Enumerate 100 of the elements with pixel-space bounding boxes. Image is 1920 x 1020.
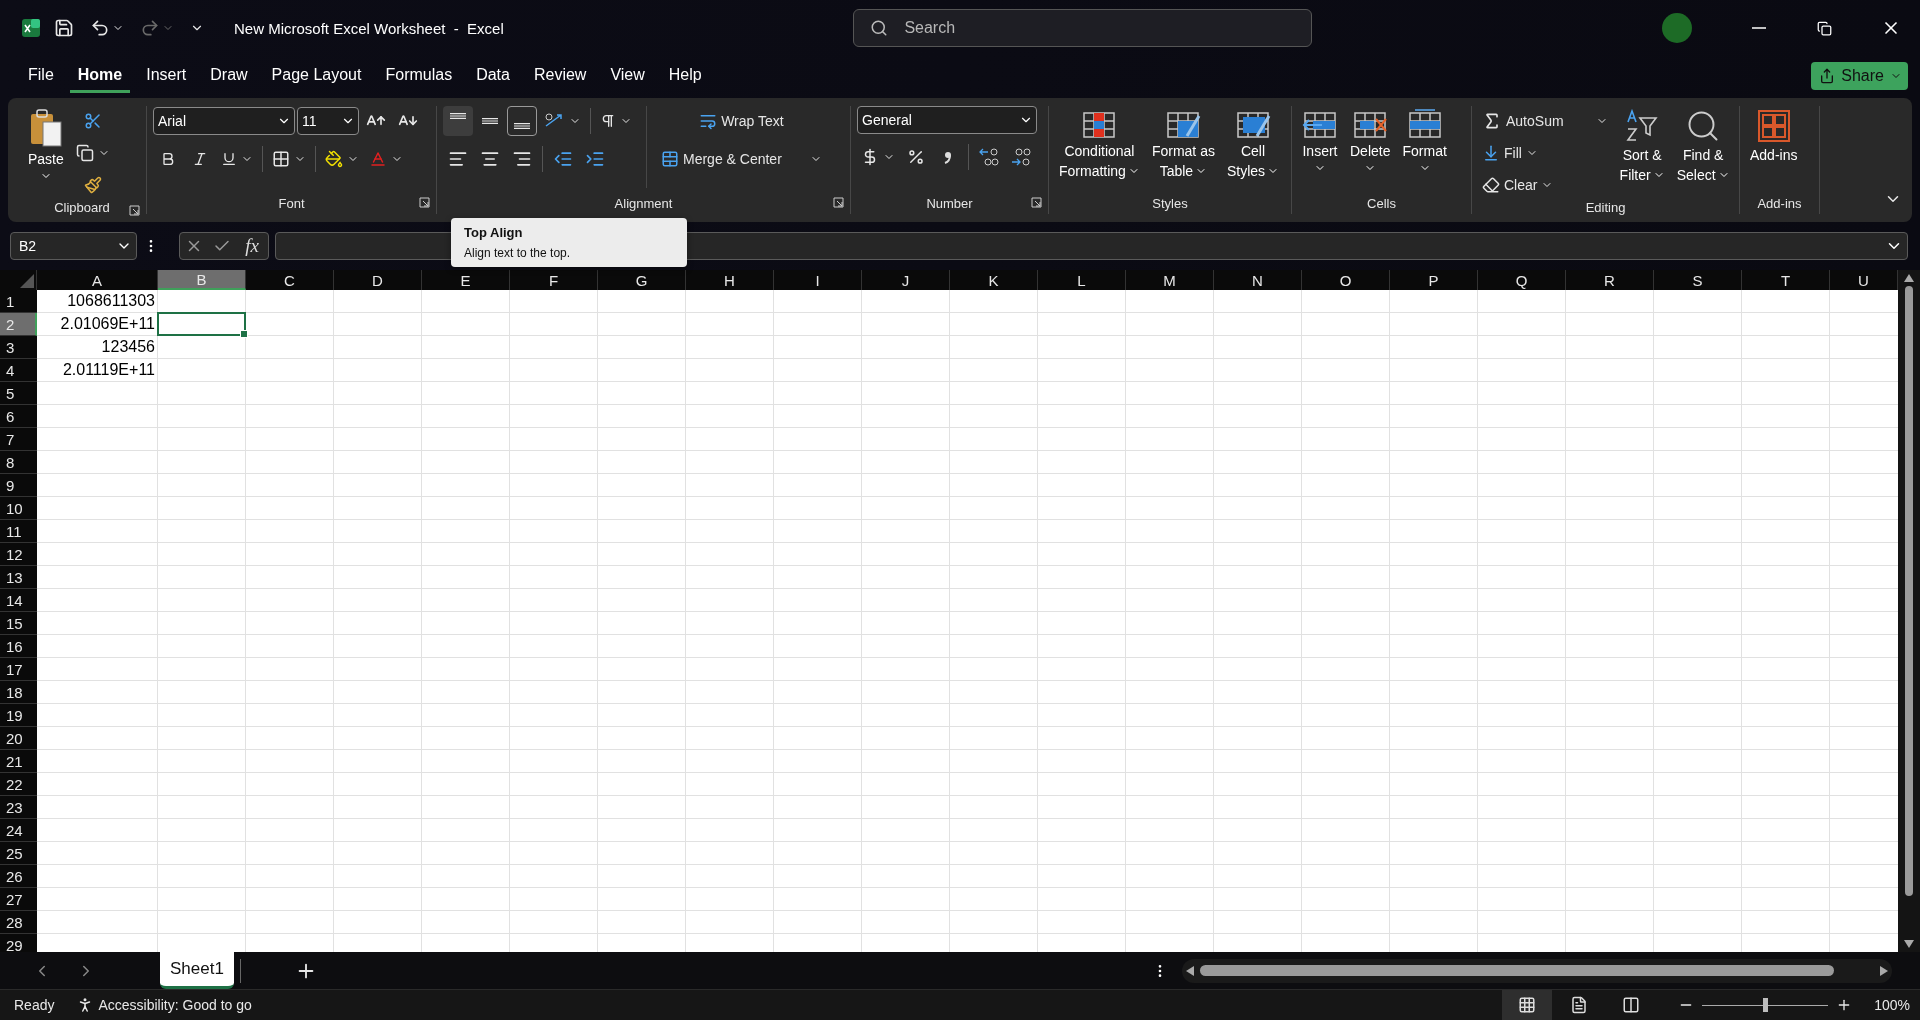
menu-tab[interactable]: Data bbox=[468, 59, 518, 93]
row-header[interactable]: 10 bbox=[0, 497, 37, 520]
merge-center-button[interactable]: Merge & Center bbox=[657, 144, 826, 174]
row-header[interactable]: 15 bbox=[0, 612, 37, 635]
styles-button[interactable]: Cell Styles bbox=[1222, 106, 1284, 182]
top-align-button[interactable] bbox=[443, 106, 473, 136]
pilcrow-icon bbox=[600, 113, 616, 129]
search-bar[interactable]: Search bbox=[853, 9, 1313, 47]
row-header[interactable]: 26 bbox=[0, 865, 37, 888]
scroll-up-icon[interactable] bbox=[1904, 274, 1914, 282]
menu-tab[interactable]: Formulas bbox=[377, 59, 461, 93]
row-header[interactable]: 17 bbox=[0, 658, 37, 681]
row-header[interactable]: 4 bbox=[0, 359, 37, 382]
spreadsheet-app-icon bbox=[20, 17, 42, 39]
increase-decimal-icon bbox=[978, 147, 1000, 167]
menu-tab[interactable]: Help bbox=[660, 59, 710, 93]
decrease-decimal-icon bbox=[1010, 147, 1032, 167]
share-button[interactable]: Share bbox=[1811, 62, 1908, 90]
bottom-align-button[interactable] bbox=[507, 106, 537, 136]
row-header[interactable]: 7 bbox=[0, 428, 37, 451]
group-label: Add-ins bbox=[1757, 195, 1802, 211]
wrap-text-button[interactable]: Wrap Text bbox=[657, 106, 826, 136]
row-header[interactable]: 21 bbox=[0, 750, 37, 773]
font-size-dropdown[interactable]: 11 bbox=[297, 107, 359, 135]
row-header[interactable]: 22 bbox=[0, 773, 37, 796]
menu-tab[interactable]: Review bbox=[525, 59, 595, 93]
menu-tab[interactable]: Draw bbox=[202, 59, 256, 93]
fill-handle[interactable] bbox=[240, 330, 248, 338]
row-header[interactable]: 18 bbox=[0, 681, 37, 704]
font-name-dropdown[interactable]: Arial bbox=[153, 107, 295, 135]
underline-icon bbox=[221, 151, 237, 167]
bottom-align-icon bbox=[514, 123, 530, 129]
scroll-down-icon[interactable] bbox=[1904, 940, 1914, 948]
cells-button[interactable]: Insert bbox=[1298, 106, 1342, 176]
row-header[interactable]: 6 bbox=[0, 405, 37, 428]
zoom-thumb[interactable] bbox=[1763, 998, 1769, 1012]
scroll-left-icon[interactable] bbox=[1186, 965, 1194, 976]
row-header[interactable]: 9 bbox=[0, 474, 37, 497]
menu-tab[interactable]: Page Layout bbox=[263, 59, 370, 93]
row-header[interactable]: 14 bbox=[0, 589, 37, 612]
row-header[interactable]: 2 bbox=[0, 313, 37, 336]
save-icon bbox=[54, 18, 74, 38]
sheet-tab[interactable]: Sheet1 bbox=[160, 952, 234, 989]
row-header[interactable]: 25 bbox=[0, 842, 37, 865]
autosum-button[interactable]: AutoSum bbox=[1478, 106, 1612, 136]
dialog-launcher-icon[interactable] bbox=[419, 197, 430, 208]
menu-tab[interactable]: Insert bbox=[138, 59, 195, 93]
dialog-launcher-icon[interactable] bbox=[833, 197, 844, 208]
menu-tab[interactable]: View bbox=[602, 59, 653, 93]
menu-tab[interactable]: File bbox=[20, 59, 62, 93]
accessibility-status[interactable]: Accessibility: Good to go bbox=[98, 997, 252, 1013]
cells-button[interactable]: Format bbox=[1398, 106, 1451, 176]
row-header[interactable]: 23 bbox=[0, 796, 37, 819]
row-header[interactable]: 16 bbox=[0, 635, 37, 658]
normal-view-button[interactable] bbox=[1502, 990, 1553, 1020]
add-ins-button[interactable]: Add-ins bbox=[1746, 106, 1802, 166]
clear-button[interactable]: Clear bbox=[1478, 170, 1612, 200]
menu-tab[interactable]: Home bbox=[69, 59, 131, 93]
fill-down-icon bbox=[1482, 144, 1500, 162]
row-header[interactable]: 27 bbox=[0, 888, 37, 911]
increase-indent-icon bbox=[585, 149, 605, 169]
number-format-dropdown[interactable]: General bbox=[857, 106, 1037, 134]
row-header[interactable]: 5 bbox=[0, 382, 37, 405]
row-header[interactable]: 1 bbox=[0, 290, 37, 313]
merge-cells-icon bbox=[661, 150, 679, 168]
styles-button[interactable]: Conditional Formatting bbox=[1055, 106, 1144, 182]
row-header[interactable]: 29 bbox=[0, 934, 37, 952]
group-label: Alignment bbox=[614, 195, 673, 211]
editing-button[interactable]: Sort & Filter bbox=[1615, 106, 1669, 186]
row-header[interactable]: 3 bbox=[0, 336, 37, 359]
row-header[interactable]: 8 bbox=[0, 451, 37, 474]
name-box[interactable]: B2 bbox=[10, 232, 137, 260]
row-header[interactable]: 20 bbox=[0, 727, 37, 750]
editing-button[interactable]: Find & Select bbox=[1672, 106, 1734, 186]
paste-button[interactable]: Paste bbox=[24, 106, 68, 184]
dialog-launcher-icon[interactable] bbox=[1031, 197, 1042, 208]
wrap-text-icon bbox=[699, 112, 718, 130]
active-cell[interactable] bbox=[157, 312, 246, 336]
search-icon bbox=[870, 19, 889, 37]
group-label: Clipboard bbox=[54, 200, 110, 215]
column-header[interactable]: B bbox=[158, 270, 246, 290]
cells-button[interactable]: Delete bbox=[1346, 106, 1395, 176]
row-header[interactable]: 12 bbox=[0, 543, 37, 566]
row-header[interactable]: 13 bbox=[0, 566, 37, 589]
group-label: Number bbox=[926, 195, 973, 211]
font-color-icon bbox=[369, 150, 387, 168]
styles-button[interactable]: Format as Table bbox=[1147, 106, 1219, 182]
fill-button[interactable]: Fill bbox=[1478, 138, 1612, 168]
insert-function-button[interactable]: fx bbox=[241, 235, 263, 257]
scroll-thumb[interactable] bbox=[1905, 286, 1913, 896]
scroll-right-icon[interactable] bbox=[1880, 965, 1888, 976]
status-text: Ready bbox=[14, 997, 55, 1013]
row-header[interactable]: 24 bbox=[0, 819, 37, 842]
row-header[interactable]: 19 bbox=[0, 704, 37, 727]
row-header[interactable]: 11 bbox=[0, 520, 37, 543]
eraser-icon bbox=[1482, 176, 1500, 194]
scroll-thumb[interactable] bbox=[1200, 965, 1834, 976]
row-header[interactable]: 28 bbox=[0, 911, 37, 934]
search-field[interactable]: Search bbox=[902, 18, 1296, 38]
dialog-launcher-icon[interactable] bbox=[129, 205, 140, 216]
